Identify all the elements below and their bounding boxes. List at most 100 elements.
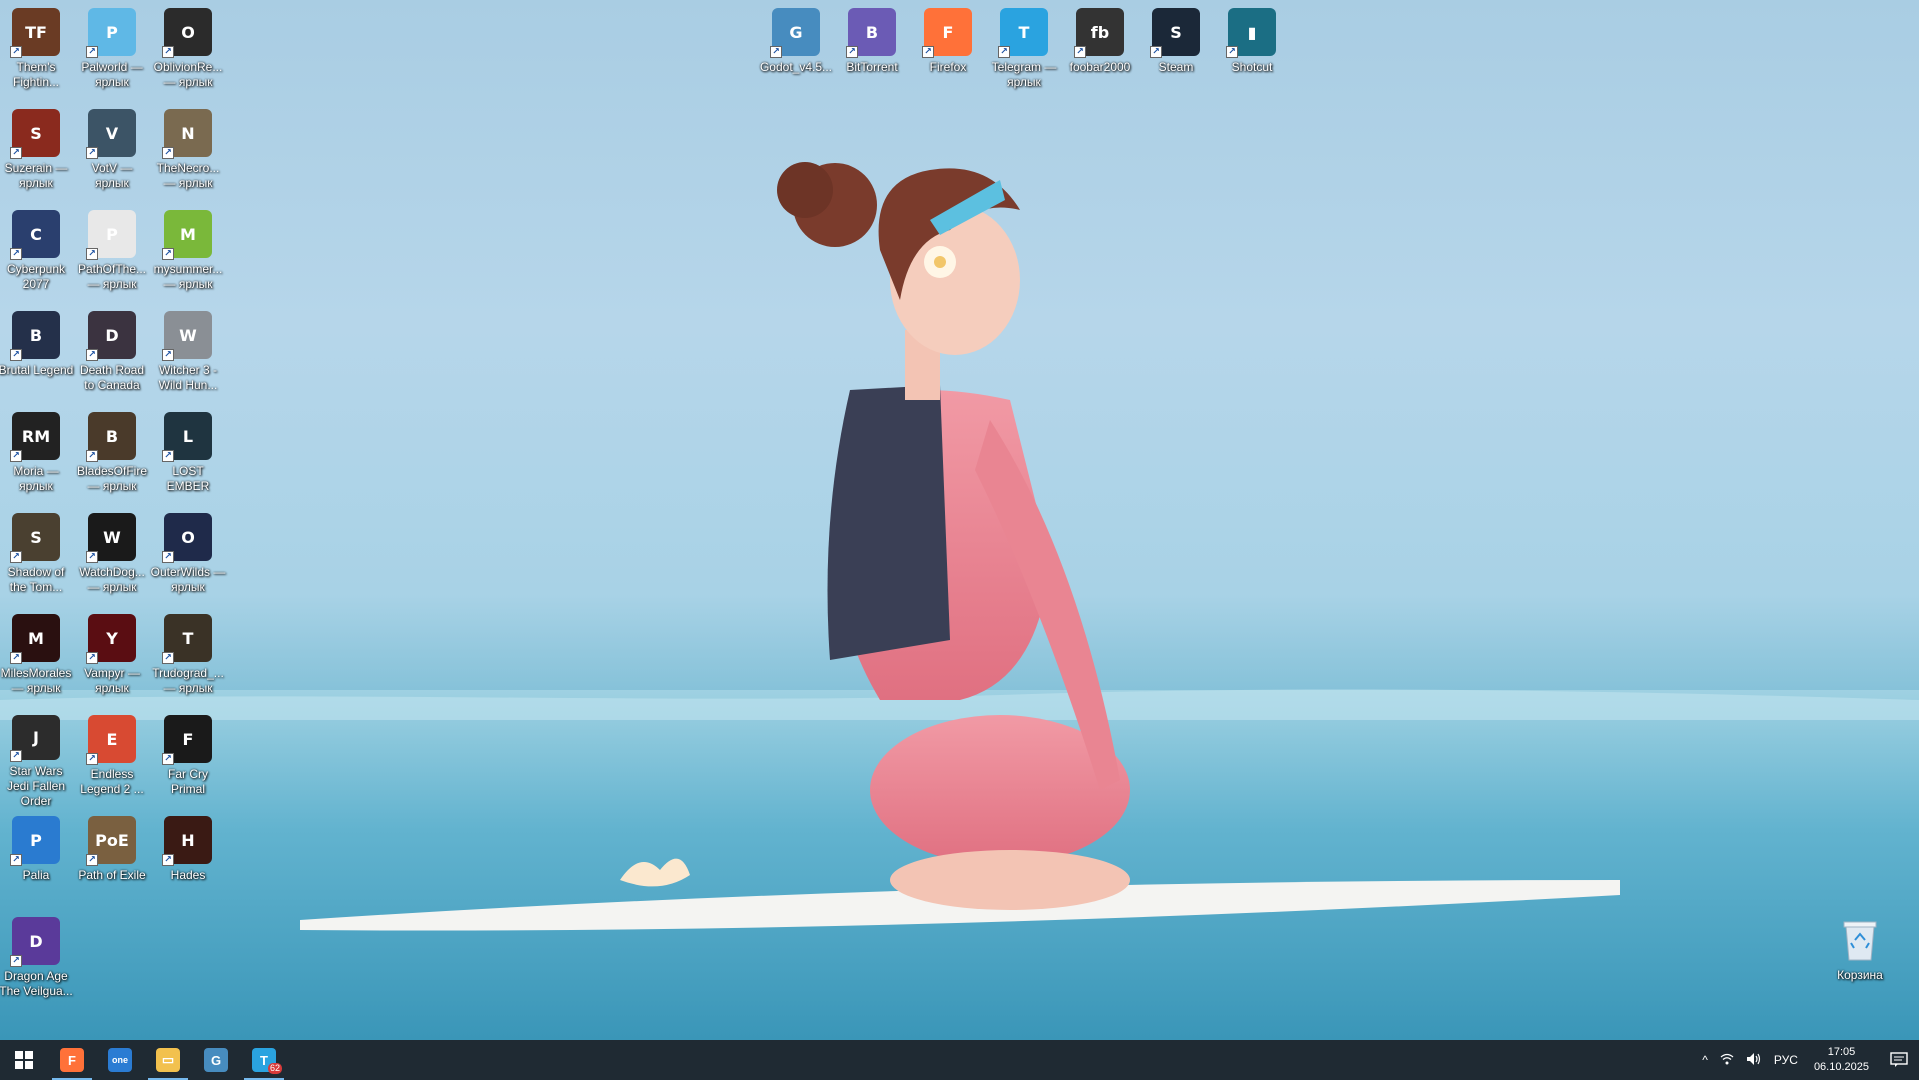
desktop-shortcut-label: Trudograd_... — ярлык (152, 666, 224, 695)
recycle-bin[interactable]: Корзина (1822, 910, 1898, 1010)
shortcut-arrow-icon: ↗ (162, 147, 174, 159)
desktop-shortcut[interactable]: S ↗ Suzerain — ярлык (0, 103, 74, 203)
notification-center-icon[interactable] (1879, 1040, 1919, 1080)
desktop-shortcut-label: Shotcut (1231, 60, 1273, 74)
desktop-shortcut[interactable]: J ↗ Star Wars Jedi Fallen Order (0, 709, 74, 809)
godot-icon: G ↗ (770, 8, 820, 58)
lost-ember-icon: L ↗ (162, 412, 212, 462)
shortcut-arrow-icon: ↗ (162, 551, 174, 563)
clock[interactable]: 17:05 06.10.2025 (1804, 1045, 1879, 1075)
language-indicator[interactable]: РУС (1768, 1053, 1804, 1067)
recycle-bin-icon (1836, 916, 1884, 964)
desktop-shortcut[interactable]: H ↗ Hades (150, 810, 226, 910)
shadow-tomb-raider-icon: S ↗ (10, 513, 60, 563)
firefox-icon: F (60, 1048, 84, 1072)
shortcut-arrow-icon: ↗ (10, 248, 22, 260)
desktop-shortcut[interactable]: T ↗ Trudograd_... — ярлык (150, 608, 226, 708)
hades-icon: H ↗ (162, 816, 212, 866)
desktop-shortcut[interactable]: F ↗ Firefox (910, 2, 986, 102)
desktop-shortcut-label: Vampyr — ярлык (84, 666, 140, 695)
taskbar-explorer[interactable]: ▭ (144, 1040, 192, 1080)
desktop-shortcut-label: Godot_v4.5... (759, 60, 833, 74)
unread-badge: 62 (267, 1063, 282, 1074)
trudograd-icon: T ↗ (162, 614, 212, 664)
desktop-shortcut-label: Them's Fightin... (12, 60, 60, 89)
desktop-shortcut-label: WatchDog... — ярлык (79, 565, 145, 594)
taskbar-telegram[interactable]: T 62 (240, 1040, 288, 1080)
desktop-shortcut-label: Корзина (1837, 968, 1883, 982)
thems-fightin-herds-icon: TF ↗ (10, 8, 60, 58)
endless-legend-icon: E ↗ (86, 715, 136, 765)
desktop-shortcut[interactable]: M ↗ MilesMorales — ярлык (0, 608, 74, 708)
desktop-shortcut[interactable]: E ↗ Endless Legend 2 ... (74, 709, 150, 809)
desktop-shortcut[interactable]: D ↗ Dragon Age The Veilgua... (0, 911, 74, 1011)
oblivion-icon: O ↗ (162, 8, 212, 58)
desktop-shortcut-label: Cyberpunk 2077 (6, 262, 66, 291)
file-explorer-icon: ▭ (156, 1048, 180, 1072)
desktop-shortcut[interactable]: B ↗ BitTorrent (834, 2, 910, 102)
desktop-shortcut[interactable]: B ↗ BladesOfFire — ярлык (74, 406, 150, 506)
shortcut-arrow-icon: ↗ (10, 854, 22, 866)
taskbar-onenote[interactable]: one (96, 1040, 144, 1080)
desktop-shortcut[interactable]: V ↗ VotV — ярлык (74, 103, 150, 203)
miles-morales-icon: M ↗ (10, 614, 60, 664)
desktop-shortcut[interactable]: PoE ↗ Path of Exile (74, 810, 150, 910)
desktop-shortcut-label: mysummer... — ярлык (153, 262, 223, 291)
desktop-shortcut[interactable]: P ↗ Palia (0, 810, 74, 910)
shortcut-arrow-icon: ↗ (10, 450, 22, 462)
desktop-shortcut[interactable]: N ↗ TheNecro... — ярлык (150, 103, 226, 203)
desktop-shortcut[interactable]: S ↗ Shadow of the Tom... (0, 507, 74, 607)
desktop-shortcut-label: Palia (22, 868, 50, 882)
shortcut-arrow-icon: ↗ (162, 46, 174, 58)
desktop-shortcut[interactable]: TF ↗ Them's Fightin... (0, 2, 74, 102)
far-cry-primal-icon: F ↗ (162, 715, 212, 765)
taskbar-godot[interactable]: G (192, 1040, 240, 1080)
desktop-shortcut[interactable]: C ↗ Cyberpunk 2077 (0, 204, 74, 304)
necromancer-icon: N ↗ (162, 109, 212, 159)
shortcut-arrow-icon: ↗ (846, 46, 858, 58)
desktop-shortcut-label: Palworld — ярлык (81, 60, 143, 89)
desktop-shortcut[interactable]: Y ↗ Vampyr — ярлык (74, 608, 150, 708)
desktop-shortcut[interactable]: ▮ ↗ Shotcut (1214, 2, 1290, 102)
desktop-shortcut[interactable]: M ↗ mysummer... — ярлык (150, 204, 226, 304)
godot-icon: G (204, 1048, 228, 1072)
desktop-shortcut[interactable]: L ↗ LOST EMBER (150, 406, 226, 506)
desktop-shortcut-label: Telegram — ярлык (991, 60, 1057, 89)
network-icon[interactable] (1714, 1053, 1740, 1068)
volume-icon[interactable] (1740, 1052, 1768, 1069)
desktop-shortcut[interactable]: D ↗ Death Road to Canada (74, 305, 150, 405)
shortcut-arrow-icon: ↗ (86, 248, 98, 260)
desktop-shortcut[interactable]: P ↗ Palworld — ярлык (74, 2, 150, 102)
desktop-shortcut-label: Firefox (929, 60, 967, 74)
shortcut-arrow-icon: ↗ (10, 750, 22, 762)
desktop-shortcut[interactable]: fb ↗ foobar2000 (1062, 2, 1138, 102)
desktop-shortcut[interactable]: O ↗ OuterWilds — ярлык (150, 507, 226, 607)
desktop-shortcut-label: BitTorrent (846, 60, 898, 74)
desktop-shortcut[interactable]: B ↗ Brutal Legend (0, 305, 74, 405)
taskbar-firefox[interactable]: F (48, 1040, 96, 1080)
desktop-shortcut-label: BladesOfFire — ярлык (76, 464, 148, 493)
bittorrent-icon: B ↗ (846, 8, 896, 58)
desktop-shortcut[interactable]: G ↗ Godot_v4.5... (758, 2, 834, 102)
shortcut-arrow-icon: ↗ (10, 652, 22, 664)
shortcut-arrow-icon: ↗ (86, 46, 98, 58)
desktop-shortcut[interactable]: S ↗ Steam (1138, 2, 1214, 102)
desktop-shortcut[interactable]: P ↗ PathOfThe... — ярлык (74, 204, 150, 304)
palworld-icon: P ↗ (86, 8, 136, 58)
desktop-shortcut-label: foobar2000 (1069, 60, 1131, 74)
desktop-shortcut-label: MilesMorales — ярлык (0, 666, 72, 695)
desktop-shortcut[interactable]: W ↗ Witcher 3 - Wild Hun... (150, 305, 226, 405)
tray-chevron-icon[interactable]: ^ (1696, 1053, 1714, 1067)
desktop-shortcut-label: Hades (170, 868, 206, 882)
start-button[interactable] (0, 1040, 48, 1080)
desktop-shortcut[interactable]: F ↗ Far Cry Primal (150, 709, 226, 809)
shortcut-arrow-icon: ↗ (162, 652, 174, 664)
desktop-shortcut[interactable]: RM ↗ Moria — ярлык (0, 406, 74, 506)
desktop-shortcut[interactable]: O ↗ OblivionRe... — ярлык (150, 2, 226, 102)
shortcut-arrow-icon: ↗ (86, 147, 98, 159)
desktop-shortcut[interactable]: T ↗ Telegram — ярлык (986, 2, 1062, 102)
path-of-exile-icon: PoE ↗ (86, 816, 136, 866)
desktop-shortcut-label: VotV — ярлык (91, 161, 133, 190)
desktop-shortcut[interactable]: W ↗ WatchDog... — ярлык (74, 507, 150, 607)
shortcut-arrow-icon: ↗ (162, 450, 174, 462)
